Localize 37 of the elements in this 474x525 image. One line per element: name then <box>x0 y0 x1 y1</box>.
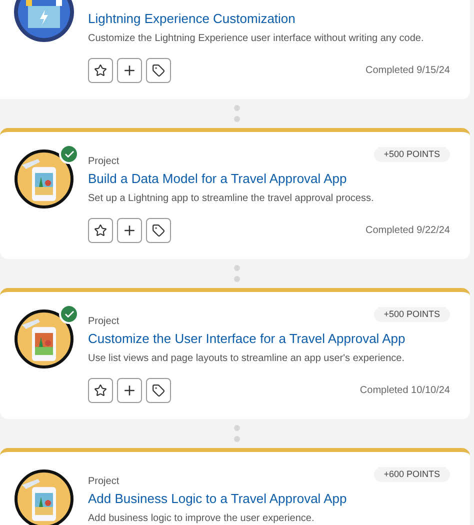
completed-date: Completed 9/22/24 <box>365 224 450 238</box>
tag-button[interactable] <box>146 378 171 403</box>
title-link[interactable]: Build a Data Model for a Travel Approval App <box>88 170 450 188</box>
plus-icon <box>122 383 137 398</box>
tag-icon <box>152 384 165 397</box>
description: Use list views and page layouts to streamline an app user's experience. <box>88 352 406 366</box>
type-label: Project <box>88 317 120 327</box>
tag-icon <box>152 224 165 237</box>
completed-date: Completed 10/10/24 <box>360 384 450 398</box>
points-pill: +500 POINTS <box>374 147 450 162</box>
star-icon <box>94 384 107 397</box>
plus-icon <box>122 63 137 78</box>
add-button[interactable] <box>117 378 142 403</box>
star-icon <box>94 224 107 237</box>
description: Customize the Lightning Experience user interface without writing any code. <box>88 32 425 46</box>
favorite-button[interactable] <box>88 58 113 83</box>
tag-button[interactable] <box>146 218 171 243</box>
add-button[interactable] <box>117 218 142 243</box>
title-link[interactable]: Add Business Logic to a Travel Approval App <box>88 490 450 508</box>
favorite-button[interactable] <box>88 218 113 243</box>
title-link[interactable]: Lightning Experience Customization <box>88 10 450 28</box>
points-pill: +600 POINTS <box>374 467 450 482</box>
favorite-button[interactable] <box>88 378 113 403</box>
completed-date: Completed 9/15/24 <box>365 64 450 78</box>
badge-drawing <box>14 309 74 369</box>
badge-drawing <box>14 149 74 209</box>
description: Add business logic to improve the user experience. <box>88 512 316 525</box>
tag-icon <box>152 64 165 77</box>
points-pill: +500 POINTS <box>374 307 450 322</box>
description: Set up a Lightning app to streamline the travel approval process. <box>88 192 375 206</box>
type-label: Project <box>88 477 120 487</box>
star-icon <box>94 64 107 77</box>
plus-icon <box>122 223 137 238</box>
tag-button[interactable] <box>146 58 171 83</box>
title-link[interactable]: Customize the User Interface for a Travel Approval App <box>88 330 450 348</box>
type-label: Project <box>88 157 120 167</box>
add-button[interactable] <box>117 58 142 83</box>
